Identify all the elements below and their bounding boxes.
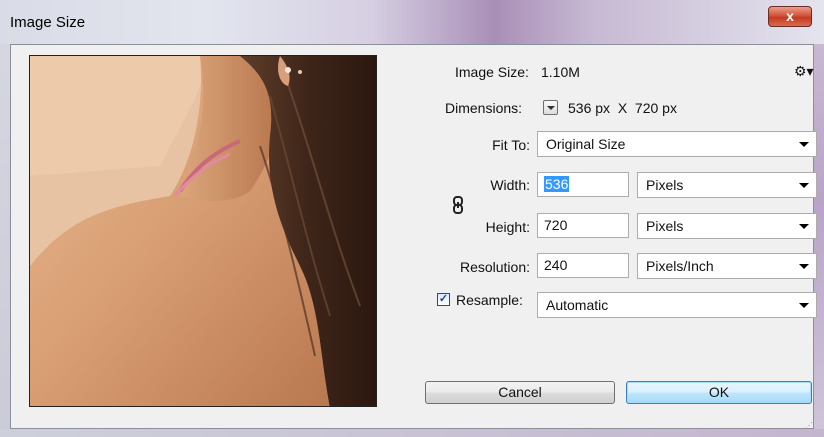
resolution-value: 240 (544, 257, 568, 273)
image-size-value: 1.10M (541, 64, 580, 80)
height-value: 720 (544, 217, 568, 233)
width-label: Width: (490, 177, 530, 193)
resolution-label: Resolution: (459, 259, 530, 275)
width-unit-select[interactable]: Pixels (637, 172, 817, 198)
ok-label: OK (708, 384, 730, 400)
image-preview[interactable] (29, 55, 377, 407)
cancel-label: Cancel (498, 384, 542, 400)
fit-to-value: Original Size (546, 136, 626, 152)
dimensions-label: Dimensions: (445, 100, 523, 116)
window-frame-right (814, 44, 824, 437)
resolution-unit-select[interactable]: Pixels/Inch (637, 253, 817, 279)
height-field[interactable]: 720 (537, 213, 629, 238)
cancel-button[interactable]: Cancel (425, 381, 615, 404)
close-icon: x (786, 8, 794, 24)
height-label: Height: (485, 219, 530, 235)
resolution-unit-value: Pixels/Inch (646, 258, 714, 274)
resample-select[interactable]: Automatic (537, 292, 817, 318)
fit-to-label: Fit To: (492, 137, 530, 153)
resize-grip-icon[interactable]: ⋰ (805, 421, 813, 430)
resample-label[interactable]: Resample: (456, 292, 523, 308)
dimensions-value: 536 px X 720 px (568, 100, 677, 116)
height-unit-value: Pixels (646, 218, 684, 234)
width-field[interactable]: 536 (537, 172, 629, 197)
close-button[interactable]: x (768, 6, 812, 27)
chevron-down-icon (799, 142, 809, 147)
image-size-label: Image Size: (455, 64, 529, 80)
width-value: 536 (544, 176, 570, 192)
resolution-field[interactable]: 240 (537, 253, 629, 278)
chevron-down-icon (799, 183, 809, 188)
chain-link-icon[interactable] (452, 196, 464, 214)
checkmark-icon: ✓ (438, 293, 449, 305)
resample-checkbox[interactable]: ✓ (437, 293, 450, 306)
resample-value: Automatic (546, 297, 609, 313)
gear-icon[interactable]: ⚙▾ (794, 63, 814, 80)
fit-to-select[interactable]: Original Size (537, 131, 817, 157)
window-frame-left (0, 44, 10, 437)
window-title: Image Size (10, 14, 86, 31)
dropdown-icon[interactable] (543, 100, 558, 115)
ok-button[interactable]: OK (626, 381, 812, 404)
chevron-down-icon (799, 303, 809, 308)
window-frame-bottom (0, 429, 824, 437)
preview-photo (30, 56, 376, 406)
title-bar: Image Size x (0, 0, 824, 44)
width-unit-value: Pixels (646, 177, 684, 193)
chevron-down-icon (799, 264, 809, 269)
height-unit-select[interactable]: Pixels (637, 213, 817, 239)
chevron-down-icon (799, 224, 809, 229)
